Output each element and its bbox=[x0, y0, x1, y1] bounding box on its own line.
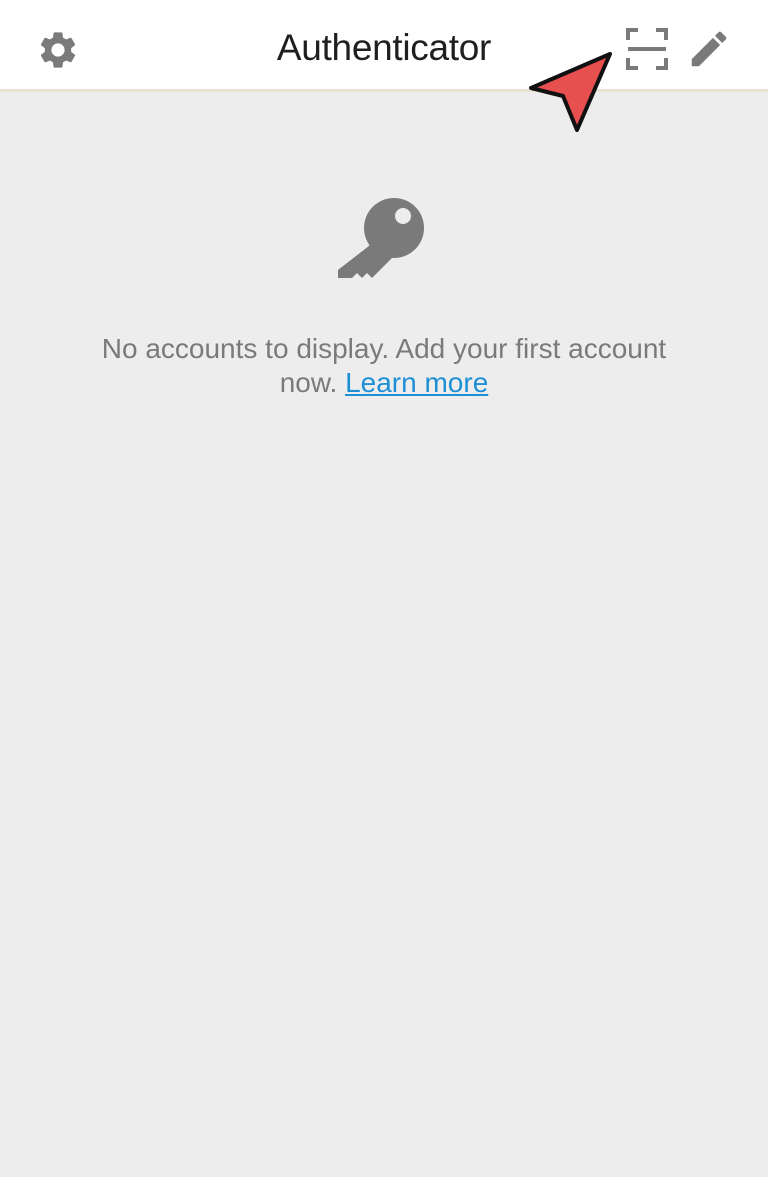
empty-state: No accounts to display. Add your first a… bbox=[84, 192, 684, 400]
key-icon bbox=[332, 192, 436, 296]
app-header: Authenticator bbox=[0, 0, 768, 92]
scan-qr-button[interactable] bbox=[624, 26, 670, 72]
scan-qr-icon bbox=[626, 28, 668, 70]
edit-button[interactable] bbox=[686, 26, 732, 72]
pencil-icon bbox=[691, 31, 727, 67]
empty-state-message: No accounts to display. Add your first a… bbox=[84, 332, 684, 400]
accounts-list-area: No accounts to display. Add your first a… bbox=[0, 92, 768, 1177]
learn-more-link[interactable]: Learn more bbox=[345, 367, 488, 398]
